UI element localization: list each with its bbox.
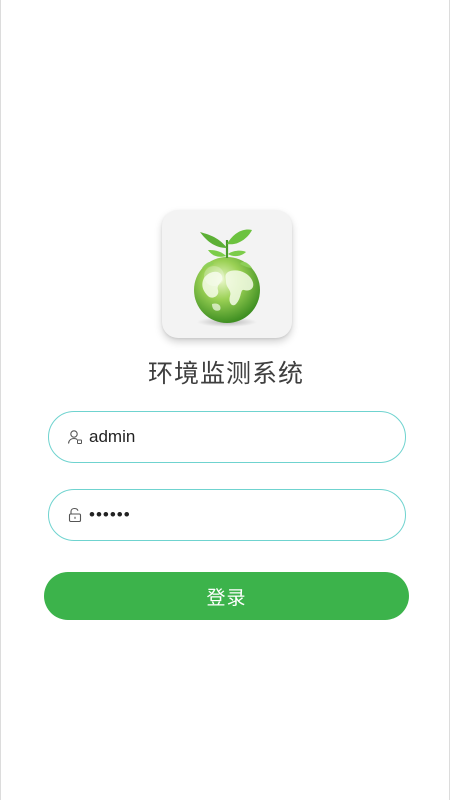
- user-icon: [67, 430, 82, 444]
- username-field[interactable]: [48, 411, 406, 463]
- globe-plant-icon: [194, 229, 260, 327]
- password-input[interactable]: [89, 505, 379, 525]
- username-input[interactable]: [89, 427, 379, 447]
- login-page: 环境监测系统 登录: [0, 0, 450, 800]
- password-field[interactable]: [48, 489, 406, 541]
- app-logo: [162, 210, 292, 338]
- app-title: 环境监测系统: [147, 359, 304, 388]
- login-button[interactable]: 登录: [44, 572, 409, 620]
- lock-icon: [68, 507, 82, 523]
